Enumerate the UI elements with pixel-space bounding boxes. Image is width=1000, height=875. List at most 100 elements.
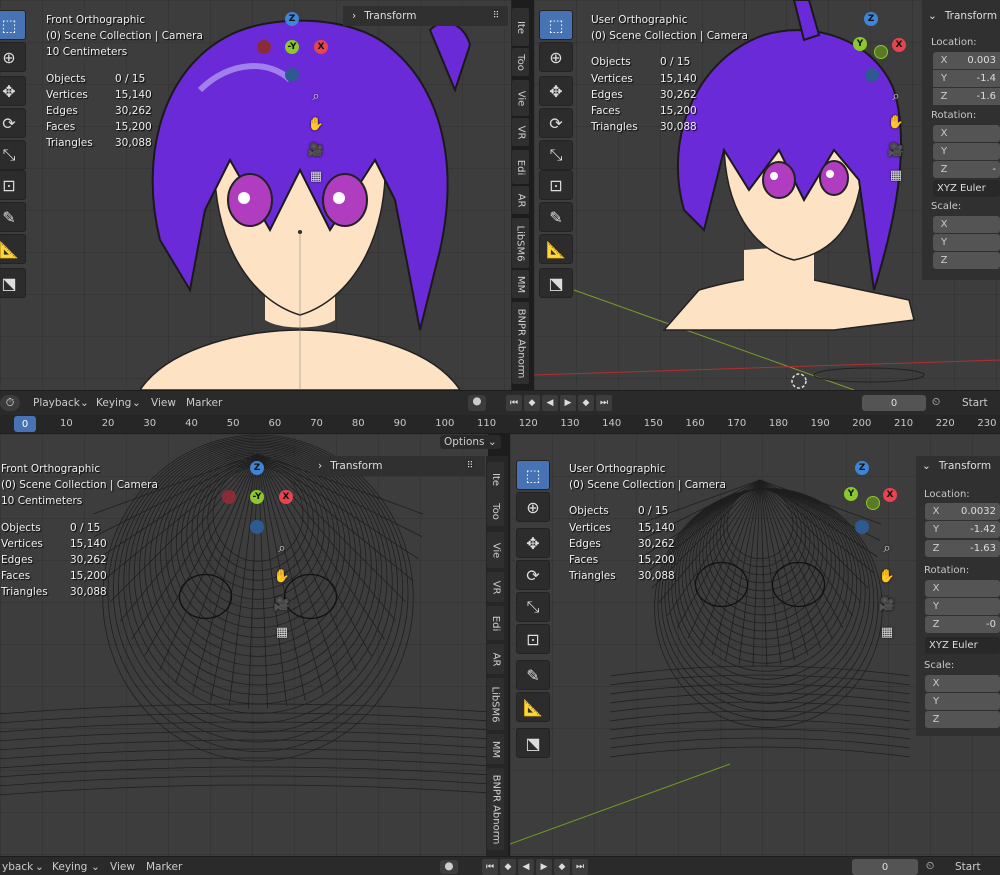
tab-mm[interactable]: MM <box>487 734 504 764</box>
location-z-field[interactable]: Z -1.6 <box>933 88 1000 105</box>
zoom-icon[interactable]: ⌕ <box>272 538 292 558</box>
gizmo-x-axis[interactable]: X <box>883 488 897 502</box>
add-cube-tool[interactable]: ⬔ <box>516 728 550 758</box>
playback-menu[interactable]: Playback <box>33 397 80 409</box>
tab-view[interactable]: Vie <box>487 532 504 568</box>
select-box-tool[interactable]: ⬚ <box>0 10 26 40</box>
camera-icon[interactable]: 🎥 <box>272 594 292 614</box>
gizmo-neg-x-axis[interactable] <box>866 496 880 510</box>
tab-vr[interactable]: VR <box>512 118 529 146</box>
play-reverse-icon[interactable]: ◀ <box>518 859 534 875</box>
tab-vr[interactable]: VR <box>487 572 504 602</box>
scale-z-field[interactable]: Z <box>933 252 1000 269</box>
jump-start-icon[interactable]: ⏮ <box>506 395 522 411</box>
current-frame-field[interactable]: 0 <box>852 859 918 875</box>
gizmo-neg-z-axis[interactable] <box>865 68 879 82</box>
tab-bnpr[interactable]: BNPR Abnorm <box>487 768 504 850</box>
transform-tool[interactable]: ⊡ <box>516 624 550 654</box>
scale-y-field[interactable]: Y <box>925 693 1000 710</box>
gizmo-neg-z-axis[interactable] <box>250 520 264 534</box>
scale-x-field[interactable]: X <box>925 675 1000 692</box>
playback-menu[interactable]: yback <box>2 861 33 873</box>
tab-mm[interactable]: MM <box>512 270 529 298</box>
add-cube-tool[interactable]: ⬔ <box>539 268 573 298</box>
gizmo-z-axis[interactable]: Z <box>250 461 264 475</box>
camera-icon[interactable]: 🎥 <box>877 594 897 614</box>
clock-icon[interactable]: ⏲ <box>926 860 934 873</box>
start-frame-label[interactable]: Start <box>962 397 988 409</box>
jump-start-icon[interactable]: ⏮ <box>482 859 498 875</box>
transform-tool[interactable]: ⊡ <box>539 170 573 200</box>
viewport-front-wireframe[interactable]: Front Orthographic (0) Scene Collection … <box>0 434 488 856</box>
current-frame-field[interactable]: 0 <box>862 395 926 411</box>
tab-bnpr[interactable]: BNPR Abnorm <box>512 302 529 384</box>
gizmo-z-axis[interactable]: Z <box>285 12 299 26</box>
gizmo-z-axis[interactable]: Z <box>855 461 869 475</box>
location-x-field[interactable]: X 0.0032 <box>925 503 1000 520</box>
annotate-tool[interactable]: ✎ <box>516 660 550 690</box>
pan-hand-icon[interactable]: ✋ <box>272 566 292 586</box>
select-box-tool[interactable]: ⬚ <box>516 460 550 490</box>
tab-tool[interactable]: Too <box>487 496 504 526</box>
zoom-icon[interactable]: ⌕ <box>306 86 326 106</box>
gizmo-neg-x-axis[interactable] <box>874 45 888 59</box>
tab-libsm6[interactable]: LibSM6 <box>512 218 529 268</box>
tab-item[interactable]: Ite <box>512 8 529 46</box>
keying-menu[interactable]: Keying <box>96 397 131 409</box>
location-x-field[interactable]: X 0.003 <box>933 52 1000 69</box>
cursor-tool[interactable]: ⊕ <box>539 42 573 72</box>
location-y-field[interactable]: Y -1.42 <box>925 521 1000 538</box>
clock-icon[interactable]: ⏲ <box>932 396 940 409</box>
keying-menu[interactable]: Keying <box>52 861 87 873</box>
rotate-tool[interactable]: ⟳ <box>539 108 573 138</box>
gizmo-y-axis[interactable]: Y <box>844 487 858 501</box>
scale-tool[interactable]: ⤡ <box>539 140 573 170</box>
marker-menu[interactable]: Marker <box>186 397 222 409</box>
select-box-tool[interactable]: ⬚ <box>539 10 573 40</box>
rotate-tool[interactable]: ⟳ <box>0 108 26 138</box>
annotate-tool[interactable]: ✎ <box>0 202 26 232</box>
pan-hand-icon[interactable]: ✋ <box>306 114 326 134</box>
tab-view[interactable]: Vie <box>512 80 529 116</box>
camera-icon[interactable]: 🎥 <box>306 140 326 160</box>
tab-edit[interactable]: Edi <box>487 606 504 640</box>
scale-x-field[interactable]: X <box>933 216 1000 233</box>
tab-tool[interactable]: Too <box>512 48 529 76</box>
view-menu[interactable]: View <box>110 861 135 873</box>
pan-hand-icon[interactable]: ✋ <box>877 566 897 586</box>
tab-ar[interactable]: AR <box>512 186 529 214</box>
gizmo-x-axis[interactable]: X <box>892 38 906 52</box>
gizmo-y-axis[interactable]: -Y <box>250 490 264 504</box>
record-icon[interactable]: ● <box>468 395 486 411</box>
viewport-front-solid[interactable]: Front Orthographic (0) Scene Collection … <box>0 0 512 390</box>
current-frame-indicator[interactable]: 0 <box>14 416 36 432</box>
transform-panel-title[interactable]: › Transform <box>352 10 416 22</box>
jump-end-icon[interactable]: ⏭ <box>572 859 588 875</box>
tab-libsm6[interactable]: LibSM6 <box>487 678 504 730</box>
play-icon[interactable]: ▶ <box>560 395 576 411</box>
rotation-x-field[interactable]: X <box>933 125 1000 142</box>
move-tool[interactable]: ✥ <box>516 528 550 558</box>
measure-tool[interactable]: 📐 <box>0 234 26 264</box>
tab-ar[interactable]: AR <box>487 644 504 674</box>
options-dropdown[interactable]: Options ⌄ <box>440 435 501 449</box>
location-y-field[interactable]: Y -1.4 <box>933 70 1000 87</box>
jump-end-icon[interactable]: ⏭ <box>596 395 612 411</box>
record-icon[interactable]: ● <box>440 860 458 874</box>
tab-item[interactable]: Ite <box>487 462 504 496</box>
zoom-icon[interactable]: ⌕ <box>877 538 897 558</box>
grid-view-icon[interactable]: ▦ <box>306 166 326 186</box>
play-reverse-icon[interactable]: ◀ <box>542 395 558 411</box>
gizmo-neg-x-axis[interactable] <box>257 40 271 54</box>
cursor-tool[interactable]: ⊕ <box>516 492 550 522</box>
prev-keyframe-icon[interactable]: ◆ <box>500 859 516 875</box>
zoom-icon[interactable]: ⌕ <box>886 86 906 106</box>
transform-tool[interactable]: ⊡ <box>0 170 26 200</box>
location-z-field[interactable]: Z -1.63 <box>925 540 1000 557</box>
cursor-tool[interactable]: ⊕ <box>0 42 26 72</box>
next-keyframe-icon[interactable]: ◆ <box>554 859 570 875</box>
drag-handle-icon[interactable]: ⠿ <box>460 456 480 476</box>
prev-keyframe-icon[interactable]: ◆ <box>524 395 540 411</box>
add-cube-tool[interactable]: ⬔ <box>0 268 26 298</box>
move-tool[interactable]: ✥ <box>539 76 573 106</box>
